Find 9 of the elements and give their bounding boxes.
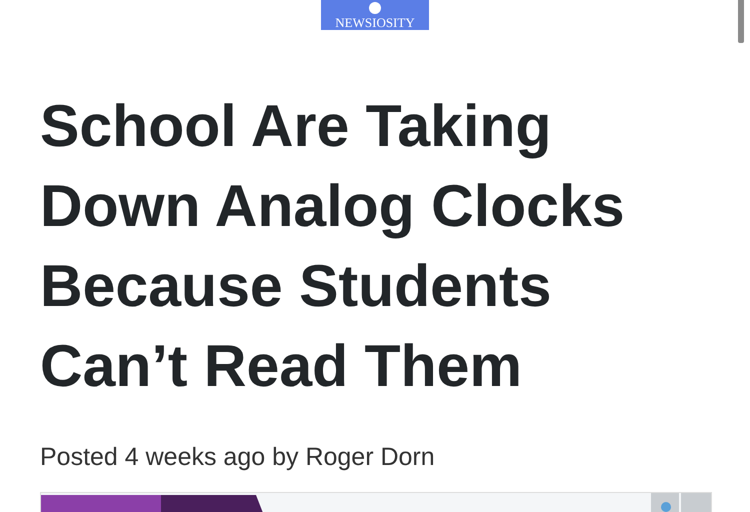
headline-line: Because Students — [40, 252, 552, 321]
dot-icon — [369, 2, 381, 14]
byline: Posted 4 weeks ago by Roger Dorn — [40, 442, 435, 472]
headline-line: Down Analog Clocks — [40, 172, 625, 241]
logo[interactable]: NEWSIOSITY — [321, 0, 429, 30]
scrollbar[interactable] — [738, 0, 744, 43]
headline-line: Can’t Read Them — [40, 332, 522, 401]
logo-text: NEWSIOSITY — [335, 15, 415, 30]
headline-line: School Are Taking — [40, 92, 552, 161]
